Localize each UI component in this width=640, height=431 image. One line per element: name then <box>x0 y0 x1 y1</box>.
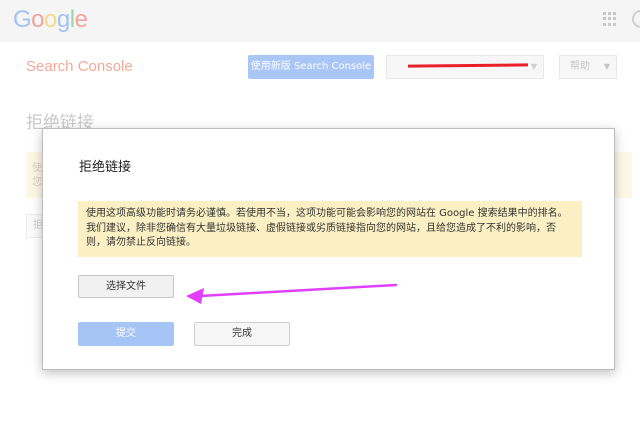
arrow-shaft <box>198 283 398 298</box>
arrow-head-icon <box>186 288 204 304</box>
annotation-arrow <box>186 283 398 304</box>
